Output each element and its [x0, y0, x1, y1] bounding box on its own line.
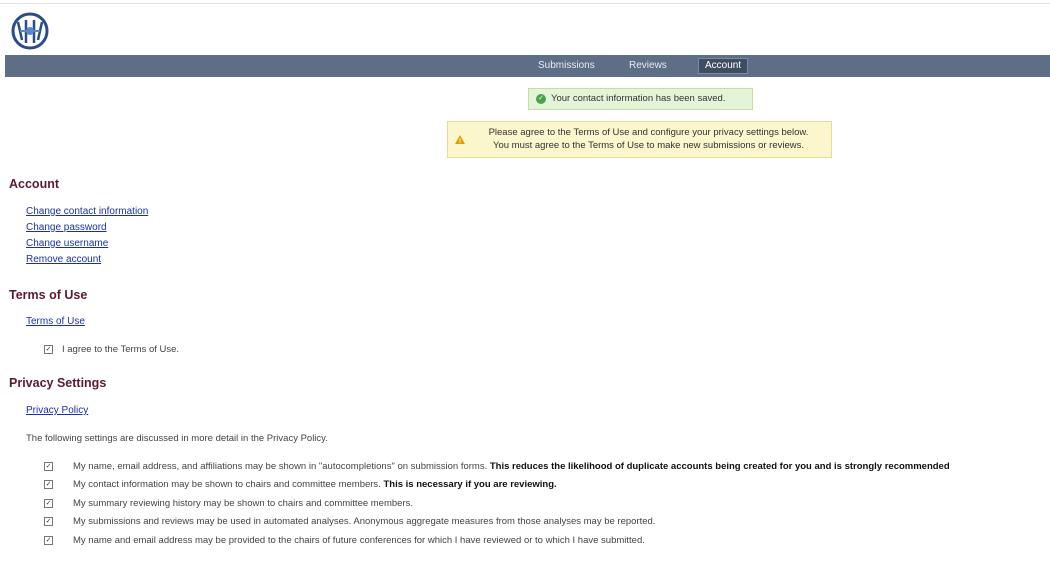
- account-heading: Account: [9, 177, 59, 191]
- nav-tab-reviews[interactable]: Reviews: [623, 58, 673, 74]
- privacy-setting-note: This reduces the likelihood of duplicate…: [489, 461, 950, 472]
- top-navbar: Submissions Reviews Account: [5, 55, 1050, 77]
- warning-alert-line2: You must agree to the Terms of Use to ma…: [493, 140, 804, 151]
- privacy-setting-text: My summary reviewing history may be show…: [73, 498, 414, 509]
- privacy-intro-text: The following settings are discussed in …: [26, 433, 328, 444]
- change-username-link[interactable]: Change username: [26, 238, 108, 249]
- privacy-setting-text: My contact information may be shown to c…: [73, 479, 381, 490]
- remove-account-link[interactable]: Remove account: [26, 254, 101, 265]
- privacy-setting-checkbox[interactable]: ✓: [44, 517, 53, 526]
- terms-agree-label: I agree to the Terms of Use.: [62, 344, 180, 355]
- check-circle-icon: ✓: [536, 94, 546, 104]
- warning-alert: Please agree to the Terms of Use and con…: [447, 121, 832, 158]
- privacy-policy-link[interactable]: Privacy Policy: [26, 405, 88, 416]
- change-password-link[interactable]: Change password: [26, 222, 107, 233]
- success-alert: ✓ Your contact information has been save…: [528, 88, 753, 110]
- privacy-setting-text: My submissions and reviews may be used i…: [73, 516, 656, 527]
- privacy-setting-checkbox[interactable]: ✓: [44, 499, 53, 508]
- change-contact-info-link[interactable]: Change contact information: [26, 206, 148, 217]
- privacy-setting-checkbox[interactable]: ✓: [44, 536, 53, 545]
- warning-alert-line1: Please agree to the Terms of Use and con…: [488, 127, 809, 138]
- terms-heading: Terms of Use: [9, 288, 88, 302]
- success-alert-text: Your contact information has been saved.: [551, 93, 726, 104]
- privacy-setting-checkbox[interactable]: ✓: [44, 462, 53, 471]
- top-divider: [0, 3, 1050, 4]
- privacy-heading: Privacy Settings: [9, 376, 107, 390]
- privacy-setting-text: My name and email address may be provide…: [73, 535, 645, 546]
- nav-tab-account[interactable]: Account: [698, 58, 749, 74]
- conference-logo[interactable]: [8, 12, 54, 51]
- privacy-setting-text: My name, email address, and affiliations…: [73, 461, 488, 472]
- nav-tab-submissions[interactable]: Submissions: [532, 58, 601, 74]
- privacy-setting-note: This is necessary if you are reviewing.: [383, 479, 557, 490]
- terms-of-use-link[interactable]: Terms of Use: [26, 316, 85, 327]
- privacy-setting-checkbox[interactable]: ✓: [44, 480, 53, 489]
- warning-triangle-icon: [455, 135, 465, 149]
- terms-agree-checkbox[interactable]: ✓: [44, 345, 53, 354]
